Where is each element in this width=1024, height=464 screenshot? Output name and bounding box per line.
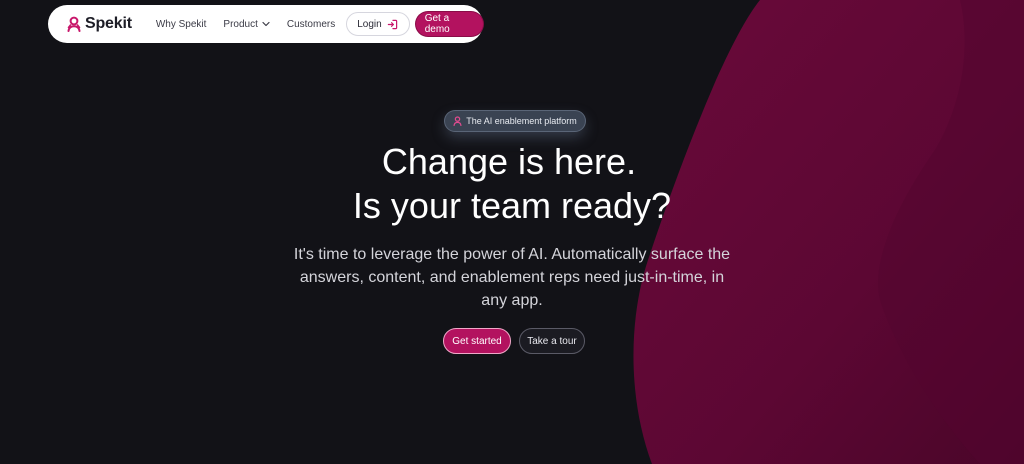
nav-link-why-spekit[interactable]: Why Spekit bbox=[156, 19, 207, 30]
nav-link-product[interactable]: Product bbox=[223, 18, 270, 30]
brand-name: Spekit bbox=[85, 15, 132, 32]
chevron-down-icon bbox=[262, 21, 270, 27]
spekit-logo-icon bbox=[453, 116, 462, 126]
login-label: Login bbox=[357, 18, 382, 30]
hero-headline-line1: Change is here. bbox=[381, 141, 637, 182]
take-a-tour-button[interactable]: Take a tour bbox=[519, 328, 585, 354]
top-navbar: Spekit Why Spekit Product Customers Logi… bbox=[48, 5, 483, 43]
nav-link-label: Why Spekit bbox=[155, 18, 207, 30]
hero-headline-line2: Is your team ready? bbox=[352, 185, 672, 226]
nav-link-label: Customers bbox=[286, 18, 336, 30]
nav-link-label: Product bbox=[223, 18, 258, 30]
get-started-button[interactable]: Get started bbox=[443, 328, 511, 354]
hero-subtext: It's time to leverage the power of AI. A… bbox=[293, 246, 731, 309]
login-arrow-icon bbox=[387, 19, 397, 29]
spekit-logo-icon bbox=[67, 16, 81, 32]
nav-link-customers[interactable]: Customers bbox=[287, 19, 335, 30]
login-button[interactable]: Login bbox=[346, 12, 410, 36]
spekit-logo[interactable]: Spekit bbox=[67, 15, 132, 33]
background-decoration bbox=[633, 0, 1024, 464]
hero-badge-label: The AI enablement platform bbox=[466, 116, 577, 126]
landing-page: Spekit Why Spekit Product Customers Logi… bbox=[0, 0, 1024, 464]
hero-badge: The AI enablement platform bbox=[445, 111, 585, 131]
get-a-demo-button[interactable]: Get a demo bbox=[415, 12, 483, 36]
